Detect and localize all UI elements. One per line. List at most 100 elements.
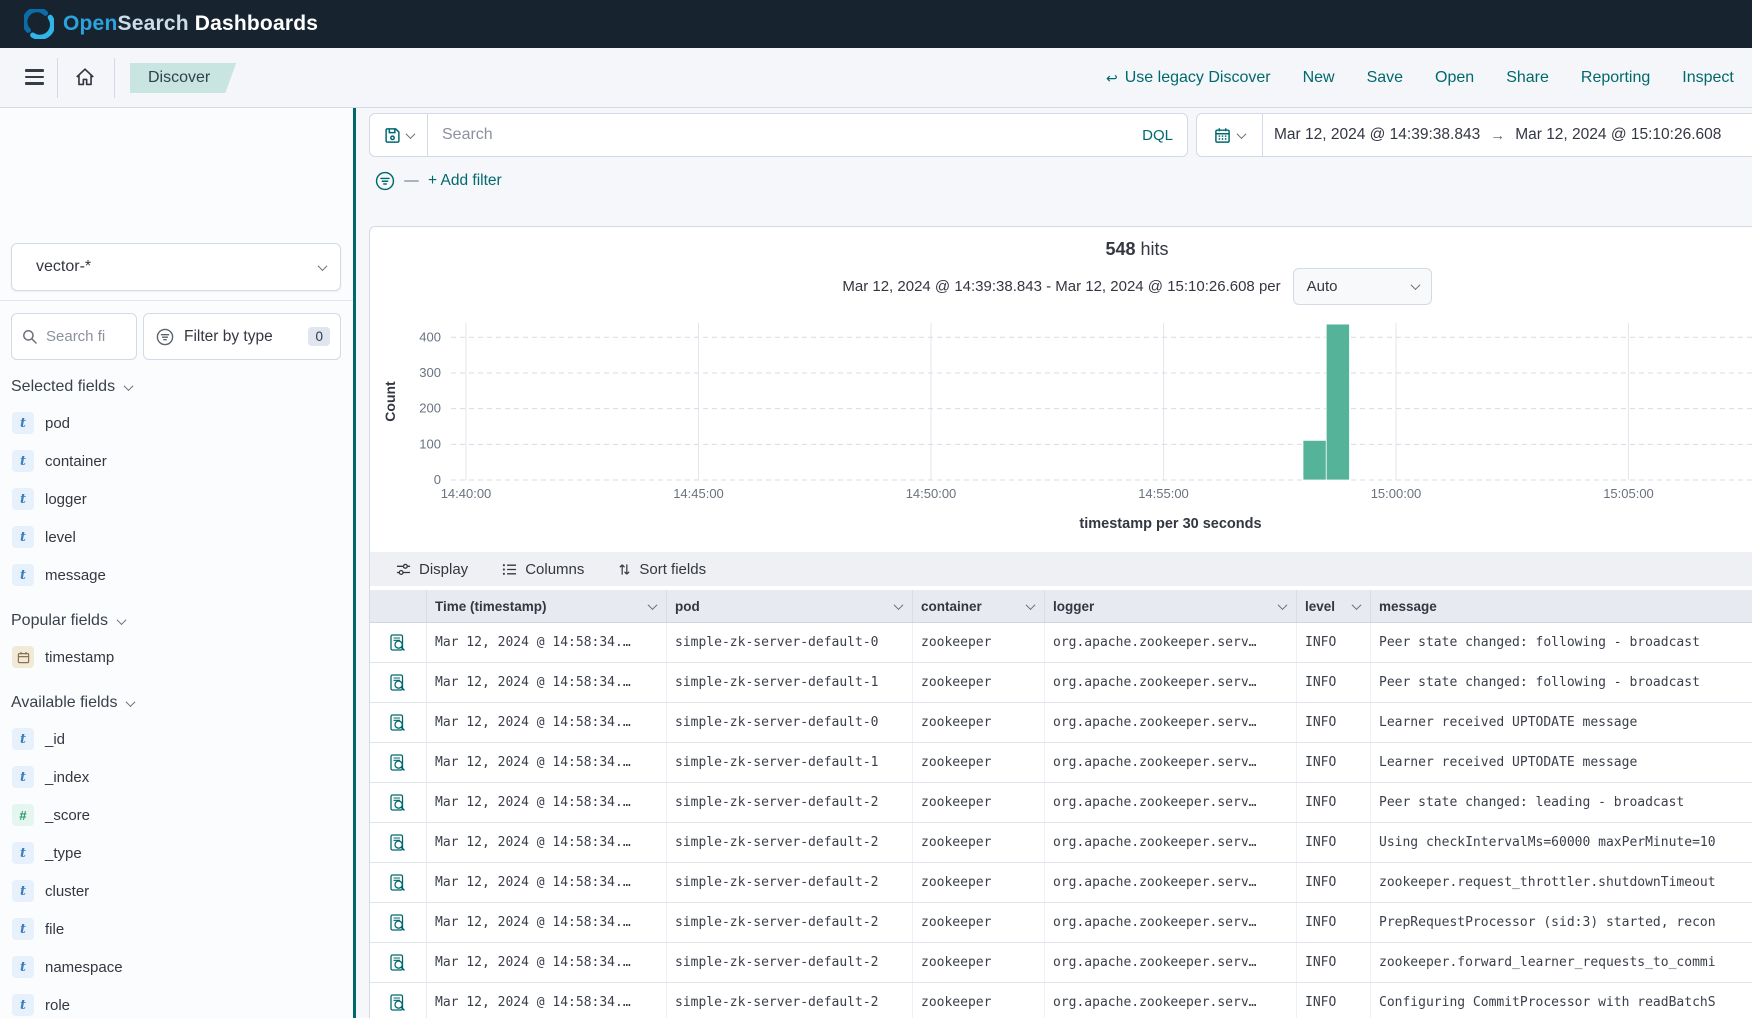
field-type-string-icon: t [12,994,34,1016]
expand-row-button[interactable] [370,703,427,742]
divider [114,58,115,98]
column-header-time-timestamp[interactable]: Time (timestamp) [427,590,667,622]
expand-row-button[interactable] [370,663,427,702]
opensearch-logo-icon [24,9,54,39]
expand-document-icon [390,634,406,652]
field-name: _id [45,731,65,748]
saved-queries-button[interactable] [370,114,428,156]
selected-fields-header[interactable]: Selected fields [11,376,353,398]
cell-logger: org.apache.zookeeper.serv… [1045,983,1297,1018]
field-item-pod[interactable]: tpod [0,404,353,442]
main-content: DQL Mar 12, 2024 @ 14:39:38.843 → Mar 12… [357,108,1752,1018]
column-header-label: pod [675,599,700,614]
brand-title: OpenSearchDashboards [63,12,318,36]
expand-row-button[interactable] [370,943,427,982]
field-item-timestamp[interactable]: timestamp [0,638,353,676]
nav-action-use-legacy-discover[interactable]: ↩Use legacy Discover [1106,69,1271,87]
field-item-logger[interactable]: tlogger [0,480,353,518]
column-header-logger[interactable]: logger [1045,590,1297,622]
field-item-role[interactable]: trole [0,986,353,1018]
field-item-level[interactable]: tlevel [0,518,353,556]
cell-container: zookeeper [913,903,1045,942]
nav-action-share[interactable]: Share [1506,69,1549,87]
cell-message: Learner received UPTODATE message [1371,703,1752,742]
histogram-svg[interactable]: 14:40:0014:45:0014:50:0014:55:0015:00:00… [381,311,1752,507]
cell-pod: simple-zk-server-default-2 [667,943,913,982]
filter-by-type-button[interactable]: Filter by type 0 [143,313,341,360]
date-quick-select-button[interactable] [1197,114,1263,156]
cell-logger: org.apache.zookeeper.serv… [1045,823,1297,862]
interval-select[interactable]: Auto [1293,268,1432,305]
nav-action-new[interactable]: New [1303,69,1335,87]
available-fields-header[interactable]: Available fields [11,692,353,714]
nav-action-inspect[interactable]: Inspect [1682,69,1734,87]
column-header-label: message [1379,599,1437,614]
field-name: _type [45,845,82,862]
field-type-number-icon: # [12,804,34,826]
home-button[interactable] [74,66,96,88]
table-row: Mar 12, 2024 @ 14:58:34.…simple-zk-serve… [370,783,1752,823]
cell-time: Mar 12, 2024 @ 14:58:34.… [427,983,667,1018]
expand-row-button[interactable] [370,823,427,862]
cell-message: Peer state changed: leading - broadcast [1371,783,1752,822]
nav-action-open[interactable]: Open [1435,69,1474,87]
column-header-level[interactable]: level [1297,590,1371,622]
field-item-_id[interactable]: t_id [0,720,353,758]
field-item-_type[interactable]: t_type [0,834,353,872]
column-header-message[interactable]: message [1371,590,1752,622]
query-language-button[interactable]: DQL [1128,127,1187,144]
add-filter-button[interactable]: + Add filter [428,172,502,190]
svg-text:15:05:00: 15:05:00 [1603,486,1654,501]
cell-message: zookeeper.request_throttler.shutdownTime… [1371,863,1752,902]
chevron-down-icon [1352,600,1362,610]
nav-action-reporting[interactable]: Reporting [1581,69,1650,87]
sort-fields-button[interactable]: Sort fields [618,561,706,578]
field-name: _index [45,769,89,786]
cell-pod: simple-zk-server-default-2 [667,783,913,822]
cell-pod: simple-zk-server-default-2 [667,863,913,902]
expand-row-button[interactable] [370,783,427,822]
breadcrumb[interactable]: Discover [130,63,236,93]
expand-row-button[interactable] [370,863,427,902]
display-button[interactable]: Display [396,561,468,578]
cell-logger: org.apache.zookeeper.serv… [1045,623,1297,662]
field-item-namespace[interactable]: tnamespace [0,948,353,986]
expand-row-button[interactable] [370,743,427,782]
field-item-message[interactable]: tmessage [0,556,353,594]
opensearch-brand[interactable]: OpenSearchDashboards [24,9,318,39]
svg-text:14:55:00: 14:55:00 [1138,486,1189,501]
field-type-string-icon: t [12,880,34,902]
cell-message: zookeeper.forward_learner_requests_to_co… [1371,943,1752,982]
sidebar-divider-line[interactable] [353,108,356,1018]
expand-row-button[interactable] [370,623,427,662]
expand-row-button[interactable] [370,903,427,942]
columns-button[interactable]: Columns [502,561,584,578]
popular-fields-header[interactable]: Popular fields [11,610,353,632]
table-row: Mar 12, 2024 @ 14:58:34.…simple-zk-serve… [370,743,1752,783]
filter-icon[interactable] [375,171,395,191]
cell-message: Using checkIntervalMs=60000 maxPerMinute… [1371,823,1752,862]
cell-time: Mar 12, 2024 @ 14:58:34.… [427,743,667,782]
nav-action-save[interactable]: Save [1367,69,1403,87]
field-item-_score[interactable]: #_score [0,796,353,834]
field-search-input[interactable] [46,328,116,345]
field-item-cluster[interactable]: tcluster [0,872,353,910]
cell-container: zookeeper [913,703,1045,742]
menu-hamburger-icon[interactable] [25,69,44,85]
cell-logger: org.apache.zookeeper.serv… [1045,783,1297,822]
cell-level: INFO [1297,663,1371,702]
index-pattern-select[interactable]: vector-* [11,243,341,291]
cell-level: INFO [1297,823,1371,862]
column-header-pod[interactable]: pod [667,590,913,622]
field-item-file[interactable]: tfile [0,910,353,948]
field-item-container[interactable]: tcontainer [0,442,353,480]
results-panel: 548 hits Mar 12, 2024 @ 14:39:38.843 - M… [369,226,1752,1018]
date-range-start[interactable]: Mar 12, 2024 @ 14:39:38.843 [1274,126,1480,144]
field-search-box[interactable] [11,313,137,360]
expand-row-button[interactable] [370,983,427,1018]
field-item-_index[interactable]: t_index [0,758,353,796]
query-input[interactable] [428,126,1128,144]
return-arrow-icon: ↩ [1106,70,1118,87]
date-range-end[interactable]: Mar 12, 2024 @ 15:10:26.608 [1515,126,1721,144]
column-header-container[interactable]: container [913,590,1045,622]
